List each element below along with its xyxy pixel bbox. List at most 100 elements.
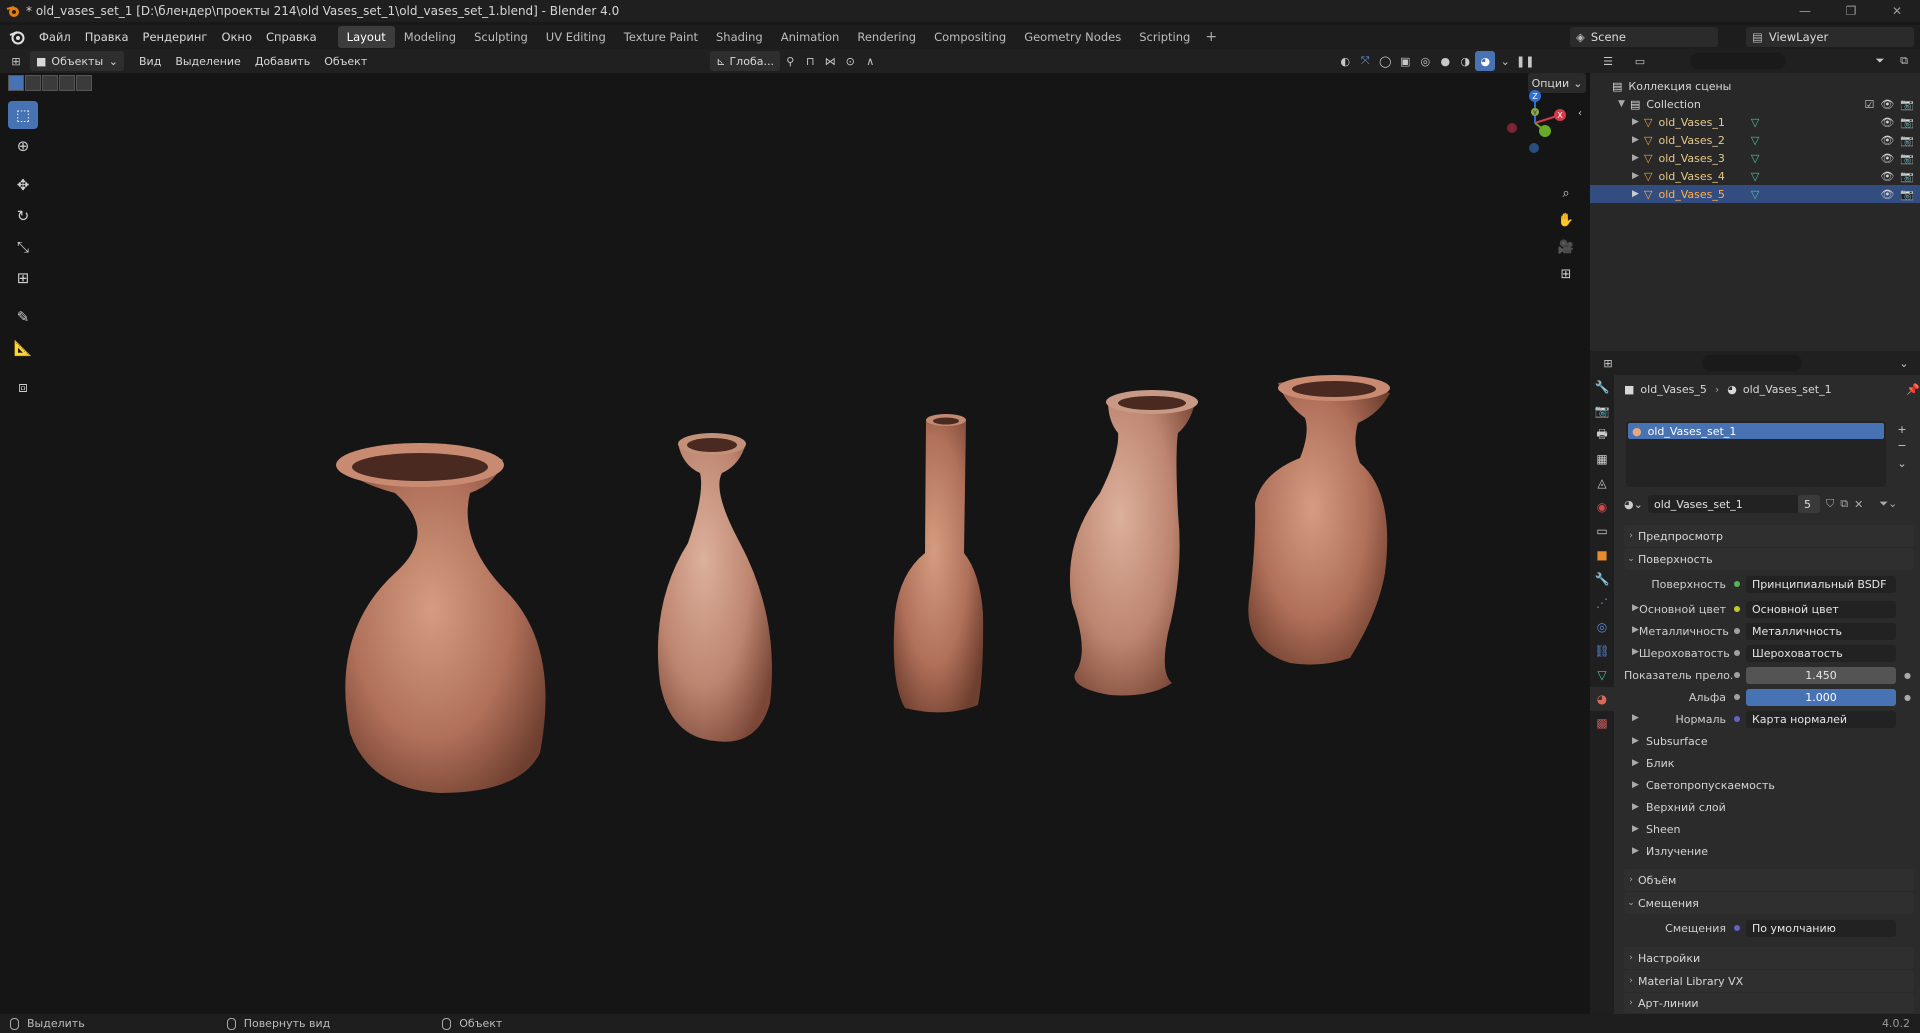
slot-menu-icon[interactable]: ⌄	[1892, 453, 1912, 473]
vase-2[interactable]	[657, 433, 772, 742]
scene-objects[interactable]	[0, 73, 1590, 1014]
chevron-down-icon[interactable]: ⌄	[1894, 353, 1914, 373]
eye-icon[interactable]: 👁	[1880, 188, 1894, 201]
material-shading-icon[interactable]: ◑	[1455, 51, 1475, 71]
subpanel-subsurface[interactable]: ▶ Subsurface	[1632, 731, 1708, 751]
camera-icon[interactable]: 📷	[1900, 116, 1914, 129]
expand-arrow-icon[interactable]: ▶	[1632, 647, 1639, 657]
pause-render-icon[interactable]: ❚❚	[1515, 51, 1535, 71]
tab-geometry-nodes[interactable]: Geometry Nodes	[1015, 26, 1130, 48]
vase-1[interactable]	[336, 443, 546, 793]
keyframe-dot-icon[interactable]: ●	[1904, 693, 1911, 702]
texture-tab-icon[interactable]: ▩	[1590, 711, 1614, 735]
subpanel-specular[interactable]: ▶ Блик	[1632, 753, 1674, 773]
material-name-field[interactable]: old_Vases_set_1	[1648, 495, 1798, 513]
keyframe-dot-icon[interactable]: ●	[1904, 671, 1911, 680]
camera-icon[interactable]: 📷	[1900, 134, 1914, 147]
maximize-icon[interactable]: ❐	[1828, 0, 1874, 22]
camera-icon[interactable]: 📷	[1900, 188, 1914, 201]
expand-arrow-icon[interactable]: ▶	[1632, 713, 1639, 723]
pin-icon[interactable]: 📌	[1906, 383, 1920, 396]
menu-help[interactable]: Справка	[259, 26, 324, 48]
rendered-shading-icon[interactable]: ◕	[1475, 51, 1496, 71]
vase-4[interactable]	[1069, 390, 1198, 696]
snap-target-icon[interactable]: ⋈	[820, 51, 840, 71]
editor-type-icon[interactable]: ⊞	[1598, 353, 1618, 373]
particles-tab-icon[interactable]: ⋰	[1590, 591, 1614, 615]
wireframe-shading-icon[interactable]: ◎	[1415, 51, 1435, 71]
tab-uv-editing[interactable]: UV Editing	[537, 26, 615, 48]
filter-view-icon[interactable]: ▭	[1630, 51, 1650, 71]
collection-tab-icon[interactable]: ▭	[1590, 519, 1614, 543]
roughness-link[interactable]: Шероховатость	[1746, 644, 1896, 662]
metallic-link[interactable]: Металличность	[1746, 622, 1896, 640]
remove-slot-icon[interactable]: −	[1892, 437, 1912, 453]
eye-icon[interactable]: 👁	[1880, 152, 1894, 165]
outliner-collection[interactable]: ▼ ▤ Collection ☑ 👁 📷	[1590, 95, 1920, 113]
blender-menu-icon[interactable]	[8, 28, 26, 46]
subpanel-emission[interactable]: ▶ Излучение	[1632, 841, 1708, 861]
tab-shading[interactable]: Shading	[707, 26, 772, 48]
panel-preview[interactable]: › Предпросмотр	[1624, 525, 1914, 547]
outliner-object-row[interactable]: ▶ ▽ old_Vases_4 ▽ 👁 📷	[1590, 167, 1920, 185]
tab-scripting[interactable]: Scripting	[1130, 26, 1199, 48]
displacement-link[interactable]: По умолчанию	[1746, 919, 1896, 937]
outliner-object-row[interactable]: ▶ ▽ old_Vases_1 ▽ 👁 📷	[1590, 113, 1920, 131]
camera-icon[interactable]: 📷	[1900, 152, 1914, 165]
add-workspace-button[interactable]: +	[1199, 29, 1223, 45]
material-slot-list[interactable]: ● old_Vases_set_1	[1626, 421, 1886, 487]
modifier-tab-icon[interactable]: 🔧	[1590, 567, 1614, 591]
eye-icon[interactable]: 👁	[1880, 116, 1894, 129]
panel-displacement[interactable]: ⌄ Смещения	[1624, 892, 1914, 914]
collapse-arrow-icon[interactable]: ▼	[1618, 99, 1630, 109]
shader-dropdown[interactable]: Принципиальный BSDF	[1746, 575, 1896, 593]
expand-arrow-icon[interactable]: ▶	[1632, 171, 1644, 181]
snap-icon[interactable]: ⊓	[800, 51, 820, 71]
expand-arrow-icon[interactable]: ▶	[1632, 189, 1644, 199]
mode-dropdown[interactable]: ■ Объекты ⌄	[30, 51, 124, 71]
tab-rendering[interactable]: Rendering	[848, 26, 925, 48]
user-count[interactable]: 5	[1798, 495, 1820, 513]
proportional-edit-icon[interactable]: ⊙	[840, 51, 860, 71]
visibility-filter-icon[interactable]: ◐	[1335, 51, 1355, 71]
tab-modeling[interactable]: Modeling	[395, 26, 465, 48]
camera-icon[interactable]: 📷	[1900, 170, 1914, 183]
expand-arrow-icon[interactable]: ▶	[1632, 135, 1644, 145]
constraints-tab-icon[interactable]: ⛓	[1590, 639, 1614, 663]
eye-icon[interactable]: 👁	[1880, 134, 1894, 147]
panel-lineart[interactable]: › Арт-линии	[1624, 993, 1914, 1013]
tool-tab-icon[interactable]: 🔧	[1590, 375, 1614, 399]
3d-viewport[interactable]: Опции ⌄ ⬚ ⊕ ✥ ↻ ⤡ ⊞ ✎ 📐 ⧈ Z X Y ⌕ ✋ 🎥 ⊞ …	[0, 73, 1590, 1014]
tab-sculpting[interactable]: Sculpting	[465, 26, 537, 48]
render-tab-icon[interactable]: 📷	[1590, 399, 1614, 423]
outliner-object-row[interactable]: ▶ ▽ old_Vases_3 ▽ 👁 📷	[1590, 149, 1920, 167]
checkbox-icon[interactable]: ☑	[1864, 98, 1874, 111]
add-slot-icon[interactable]: +	[1892, 421, 1912, 437]
menu-select[interactable]: Выделение	[168, 55, 248, 68]
tab-compositing[interactable]: Compositing	[925, 26, 1015, 48]
outliner-object-row-selected[interactable]: ▶ ▽ old_Vases_5 ▽ 👁 📷	[1590, 185, 1920, 203]
camera-icon[interactable]: 📷	[1900, 98, 1914, 111]
eye-icon[interactable]: 👁	[1880, 98, 1894, 111]
minimize-icon[interactable]: —	[1782, 0, 1828, 22]
filter-icon[interactable]: ⏷	[1870, 51, 1890, 71]
menu-render[interactable]: Рендеринг	[136, 26, 215, 48]
properties-search-input[interactable]	[1702, 355, 1802, 371]
browse-material-icon[interactable]: ◕⌄	[1624, 498, 1646, 511]
menu-edit[interactable]: Правка	[78, 26, 136, 48]
outliner-search-input[interactable]	[1690, 53, 1786, 69]
vase-5[interactable]	[1248, 375, 1390, 665]
output-tab-icon[interactable]: 🖶	[1590, 423, 1614, 447]
unlink-material-icon[interactable]: ✕	[1854, 498, 1863, 511]
shading-options-icon[interactable]: ⌄	[1495, 51, 1515, 71]
expand-arrow-icon[interactable]: ▶	[1632, 153, 1644, 163]
editor-type-icon[interactable]: ⊞	[6, 51, 26, 71]
scene-tab-icon[interactable]: ◬	[1590, 471, 1614, 495]
xray-icon[interactable]: ▣	[1395, 51, 1415, 71]
expand-arrow-icon[interactable]: ▶	[1632, 117, 1644, 127]
panel-surface[interactable]: ⌄ Поверхность	[1624, 548, 1914, 570]
tab-texture-paint[interactable]: Texture Paint	[615, 26, 707, 48]
outliner-object-row[interactable]: ▶ ▽ old_Vases_2 ▽ 👁 📷	[1590, 131, 1920, 149]
close-icon[interactable]: ✕	[1874, 0, 1920, 22]
menu-file[interactable]: Файл	[32, 26, 78, 48]
